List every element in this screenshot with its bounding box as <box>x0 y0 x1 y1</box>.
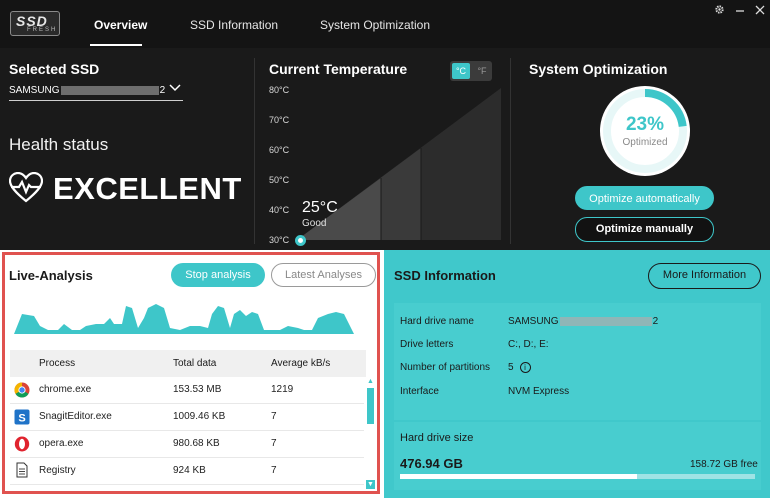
health-status-value: EXCELLENT <box>53 171 242 206</box>
redacted-block <box>559 316 652 326</box>
more-information-button[interactable]: More Information <box>648 263 761 289</box>
logo-sub: FRESH <box>27 27 58 33</box>
close-icon[interactable] <box>755 3 765 18</box>
highlight-frame <box>2 252 380 494</box>
selected-ssd-title: Selected SSD <box>9 61 100 77</box>
title-bar: SSD FRESH Overview SSD Information Syste… <box>0 0 770 48</box>
info-key: Drive letters <box>400 339 454 350</box>
temperature-graph <box>297 88 501 240</box>
info-key: Interface <box>400 386 439 397</box>
free-space: 158.72 GB free <box>690 459 758 470</box>
storage-usage-bar <box>400 474 755 479</box>
info-value-drive-name: SAMSUNG 2 <box>508 316 658 327</box>
minimize-icon[interactable] <box>735 3 745 18</box>
temperature-tick: 30°C <box>269 235 290 245</box>
ssd-name-prefix: SAMSUNG <box>9 85 60 96</box>
optimize-automatically-button[interactable]: Optimize automatically <box>575 186 714 210</box>
heart-pulse-icon <box>8 171 44 209</box>
tab-ssd-information[interactable]: SSD Information <box>190 18 278 32</box>
divider <box>510 58 511 244</box>
divider <box>254 58 255 244</box>
info-key: Hard drive name <box>400 316 474 327</box>
optimize-manually-button[interactable]: Optimize manually <box>575 217 714 242</box>
hard-drive-size-label: Hard drive size <box>400 432 474 444</box>
optimization-percent: 23% <box>625 114 665 135</box>
partitions-count: 5 <box>508 362 514 374</box>
ssd-name-suffix: 2 <box>159 85 166 96</box>
system-optimization-title: System Optimization <box>529 61 668 77</box>
fahrenheit-button[interactable]: °F <box>474 63 490 79</box>
temperature-title: Current Temperature <box>269 61 408 77</box>
hard-drive-size-value: 476.94 GB <box>400 456 463 471</box>
temperature-marker <box>295 235 306 246</box>
temperature-tick: 50°C <box>269 175 290 185</box>
drive-name-suffix: 2 <box>652 316 659 327</box>
temperature-tick: 40°C <box>269 205 290 215</box>
temperature-tick: 80°C <box>269 85 290 95</box>
temperature-status: Good <box>302 218 327 229</box>
active-tab-underline <box>90 44 142 46</box>
temperature-tick: 70°C <box>269 115 290 125</box>
info-value: NVM Express <box>508 386 570 397</box>
gear-icon[interactable] <box>714 4 725 18</box>
storage-usage-fill <box>400 474 637 479</box>
ssd-dropdown[interactable]: SAMSUNG 2 <box>9 83 183 101</box>
app-logo: SSD FRESH <box>10 11 60 36</box>
info-key: Number of partitions <box>400 362 491 373</box>
unit-toggle[interactable]: °C °F <box>450 61 492 81</box>
tab-system-optimization[interactable]: System Optimization <box>320 18 430 32</box>
health-status-label: Health status <box>9 135 109 154</box>
drive-name-prefix: SAMSUNG <box>508 316 559 327</box>
optimization-label: Optimized <box>622 137 668 148</box>
temperature-tick: 60°C <box>269 145 290 155</box>
info-icon[interactable]: i <box>519 362 531 373</box>
chevron-down-icon <box>169 83 181 96</box>
info-value-partitions: 5i <box>508 362 531 373</box>
tab-overview[interactable]: Overview <box>94 18 147 32</box>
celsius-button[interactable]: °C <box>452 63 470 79</box>
info-value: C:, D:, E: <box>508 339 549 350</box>
redacted-block <box>60 85 159 95</box>
temperature-value: 25°C <box>302 199 338 216</box>
ssd-information-title: SSD Information <box>394 268 496 283</box>
